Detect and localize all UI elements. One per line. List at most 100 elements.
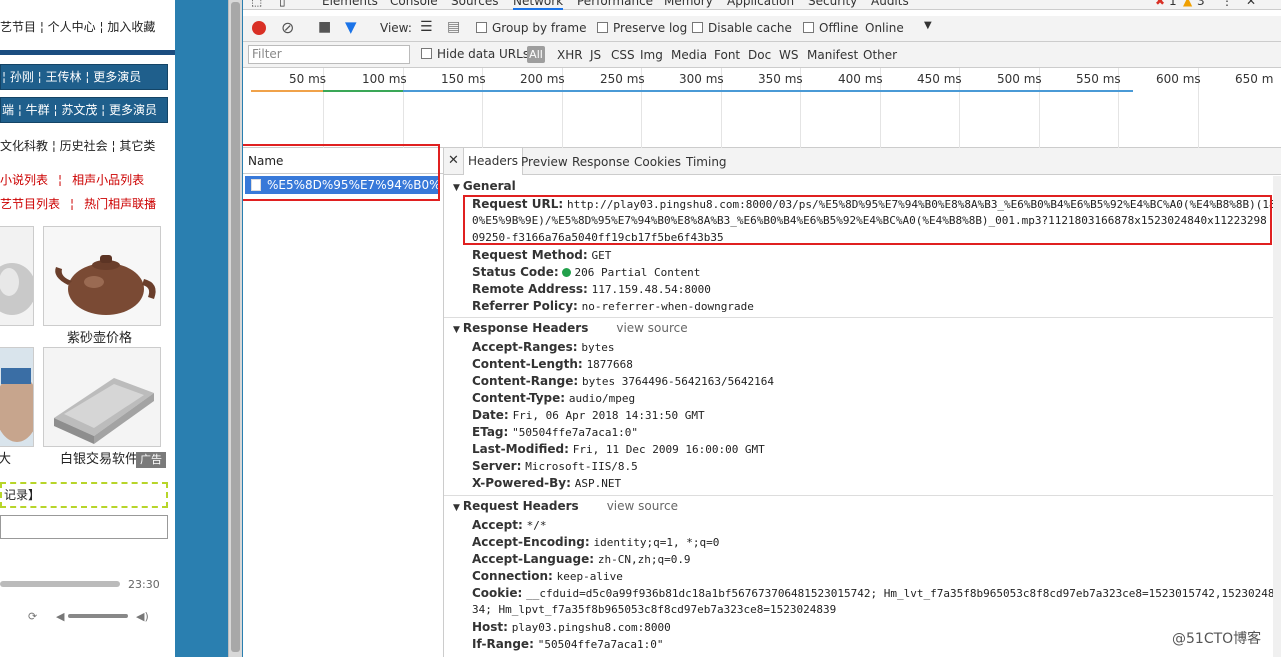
checkbox-icon [803, 22, 814, 33]
response-header-row: ETag: "50504ffe7a7aca1:0" [472, 424, 638, 441]
tab-headers[interactable]: Headers [463, 148, 523, 175]
site-top-links[interactable]: 艺节目 ¦ 个人中心 ¦ 加入收藏 [0, 18, 175, 35]
header-key: Content-Type: [472, 391, 566, 405]
filter-xhr[interactable]: XHR [557, 48, 583, 62]
link-crosstalk-list[interactable]: 相声小品列表 [72, 173, 144, 187]
volume-low-icon[interactable]: ◀ [56, 610, 64, 623]
link-novel-list[interactable]: 小说列表 [0, 173, 48, 187]
checkbox-icon [476, 22, 487, 33]
close-detail-icon[interactable]: ✕ [448, 153, 459, 168]
error-count[interactable]: 1 [1169, 0, 1177, 8]
tab-response[interactable]: Response [572, 155, 630, 169]
close-devtools-icon[interactable]: ✕ [1246, 0, 1256, 8]
loop-icon[interactable]: ⟳ [28, 610, 37, 623]
throttling-dropdown-icon[interactable]: ▼ [924, 20, 932, 31]
tab-memory[interactable]: Memory [664, 0, 713, 8]
error-icon[interactable]: ✖ [1155, 0, 1165, 8]
link-program-list[interactable]: 艺节目列表 [0, 197, 60, 211]
actor-bar-2[interactable]: 端 ¦ 牛群 ¦ 苏文茂 ¦ 更多演员 [0, 97, 168, 123]
tab-timing[interactable]: Timing [686, 155, 727, 169]
tab-network[interactable]: Network [513, 0, 564, 10]
tab-cookies[interactable]: Cookies [634, 155, 681, 169]
tab-sources[interactable]: Sources [451, 0, 498, 8]
filter-js[interactable]: JS [590, 48, 601, 62]
response-headers-section[interactable]: ▼ Response Headers view source [453, 321, 688, 335]
list-view-icon[interactable]: ☰ [420, 19, 433, 35]
disable-cache-label: Disable cache [708, 21, 792, 35]
checkbox-icon [421, 48, 432, 59]
tab-preview[interactable]: Preview [521, 155, 568, 169]
throttling-select[interactable]: Online [865, 21, 904, 35]
actor-bar-1[interactable]: ¦ 孙刚 ¦ 王传林 ¦ 更多演员 [0, 64, 168, 90]
ad-image-silver-bar[interactable] [43, 347, 161, 447]
website-panel: 艺节目 ¦ 个人中心 ¦ 加入收藏 ¦ 孙刚 ¦ 王传林 ¦ 更多演员 端 ¦ … [0, 0, 175, 657]
response-view-source-link[interactable]: view source [616, 321, 687, 335]
more-menu-icon[interactable]: ⋮ [1221, 0, 1233, 8]
filter-manifest[interactable]: Manifest [807, 48, 858, 62]
filter-ws[interactable]: WS [779, 48, 798, 62]
device-toggle-icon[interactable]: ▯ [279, 0, 286, 8]
page-scrollbar[interactable] [228, 0, 242, 657]
tick-label: 500 ms [997, 72, 1042, 86]
capture-screenshots-icon[interactable]: ■ [318, 19, 331, 35]
ad-image-teapot[interactable] [43, 226, 161, 326]
filter-font[interactable]: Font [714, 48, 740, 62]
offline-checkbox[interactable]: Offline [803, 21, 858, 35]
header-key: Content-Range: [472, 374, 579, 388]
caption-silver-trading[interactable]: 白银交易软件 [60, 448, 138, 467]
filter-doc[interactable]: Doc [748, 48, 771, 62]
filter-media[interactable]: Media [671, 48, 707, 62]
tab-console[interactable]: Console [390, 0, 438, 8]
filter-other[interactable]: Other [863, 48, 897, 62]
warning-count[interactable]: 3 [1197, 0, 1205, 8]
category-links[interactable]: 文化科教 ¦ 历史社会 ¦ 其它类 [0, 137, 175, 154]
history-box[interactable]: 记录】 [0, 482, 168, 508]
detail-scrollbar[interactable] [1273, 176, 1281, 657]
status-ok-icon [562, 268, 572, 277]
filter-input[interactable]: Filter [248, 45, 410, 64]
group-by-frame-checkbox[interactable]: Group by frame [476, 21, 586, 35]
tab-security[interactable]: Security [808, 0, 857, 8]
record-icon[interactable] [252, 21, 266, 35]
link-hot-crosstalk[interactable]: 热门相声联播 [84, 197, 156, 211]
annotation-rect-url [463, 195, 1272, 245]
tab-application[interactable]: Application [727, 0, 794, 8]
player-seek-bar[interactable] [0, 581, 120, 587]
overview-icon[interactable]: ▤ [447, 19, 460, 35]
tab-elements[interactable]: Elements [322, 0, 378, 8]
warning-icon[interactable]: ▲ [1183, 0, 1192, 8]
network-overview[interactable]: 50 ms 100 ms 150 ms 200 ms 250 ms 300 ms… [243, 68, 1281, 148]
request-method-key: Request Method: [472, 248, 588, 262]
volume-slider[interactable] [68, 614, 128, 618]
filter-css[interactable]: CSS [611, 48, 635, 62]
tab-audits[interactable]: Audits [871, 0, 909, 8]
preserve-log-checkbox[interactable]: Preserve log [597, 21, 687, 35]
caption-teapot-price[interactable]: 紫砂壶价格 [67, 327, 132, 346]
collapse-triangle-icon: ▼ [453, 183, 460, 193]
ad-image-person[interactable] [0, 347, 34, 447]
timeline-bar-download [403, 90, 1133, 92]
filter-icon[interactable]: ▼ [345, 18, 357, 36]
filter-img[interactable]: Img [640, 48, 663, 62]
tick-label: 400 ms [838, 72, 883, 86]
if-range-row: If-Range: "50504ffe7a7aca1:0" [472, 636, 664, 653]
general-section[interactable]: ▼ General [453, 179, 516, 193]
caption-partial[interactable]: 大 [0, 448, 11, 467]
request-headers-section[interactable]: ▼ Request Headers view source [453, 499, 678, 513]
hide-data-urls-checkbox[interactable]: Hide data URLs [421, 47, 529, 61]
filter-all-button[interactable]: All [527, 46, 545, 63]
page-scrollbar-thumb[interactable] [231, 2, 240, 652]
tick-label: 650 m [1235, 72, 1274, 86]
header-key: Accept-Ranges: [472, 340, 578, 354]
remote-address-value: 117.159.48.54:8000 [591, 283, 711, 296]
host-row: Host: play03.pingshu8.com:8000 [472, 619, 671, 636]
inspect-icon[interactable]: ⬚ [251, 0, 262, 8]
tab-performance[interactable]: Performance [577, 0, 653, 8]
disable-cache-checkbox[interactable]: Disable cache [692, 21, 792, 35]
site-input[interactable] [0, 515, 168, 539]
clear-icon[interactable]: ⊘ [281, 18, 294, 37]
request-view-source-link[interactable]: view source [607, 499, 678, 513]
volume-high-icon[interactable]: ◀) [136, 610, 149, 623]
ad-image-teapot-silver[interactable] [0, 226, 34, 326]
response-header-row: Content-Length: 1877668 [472, 356, 633, 373]
